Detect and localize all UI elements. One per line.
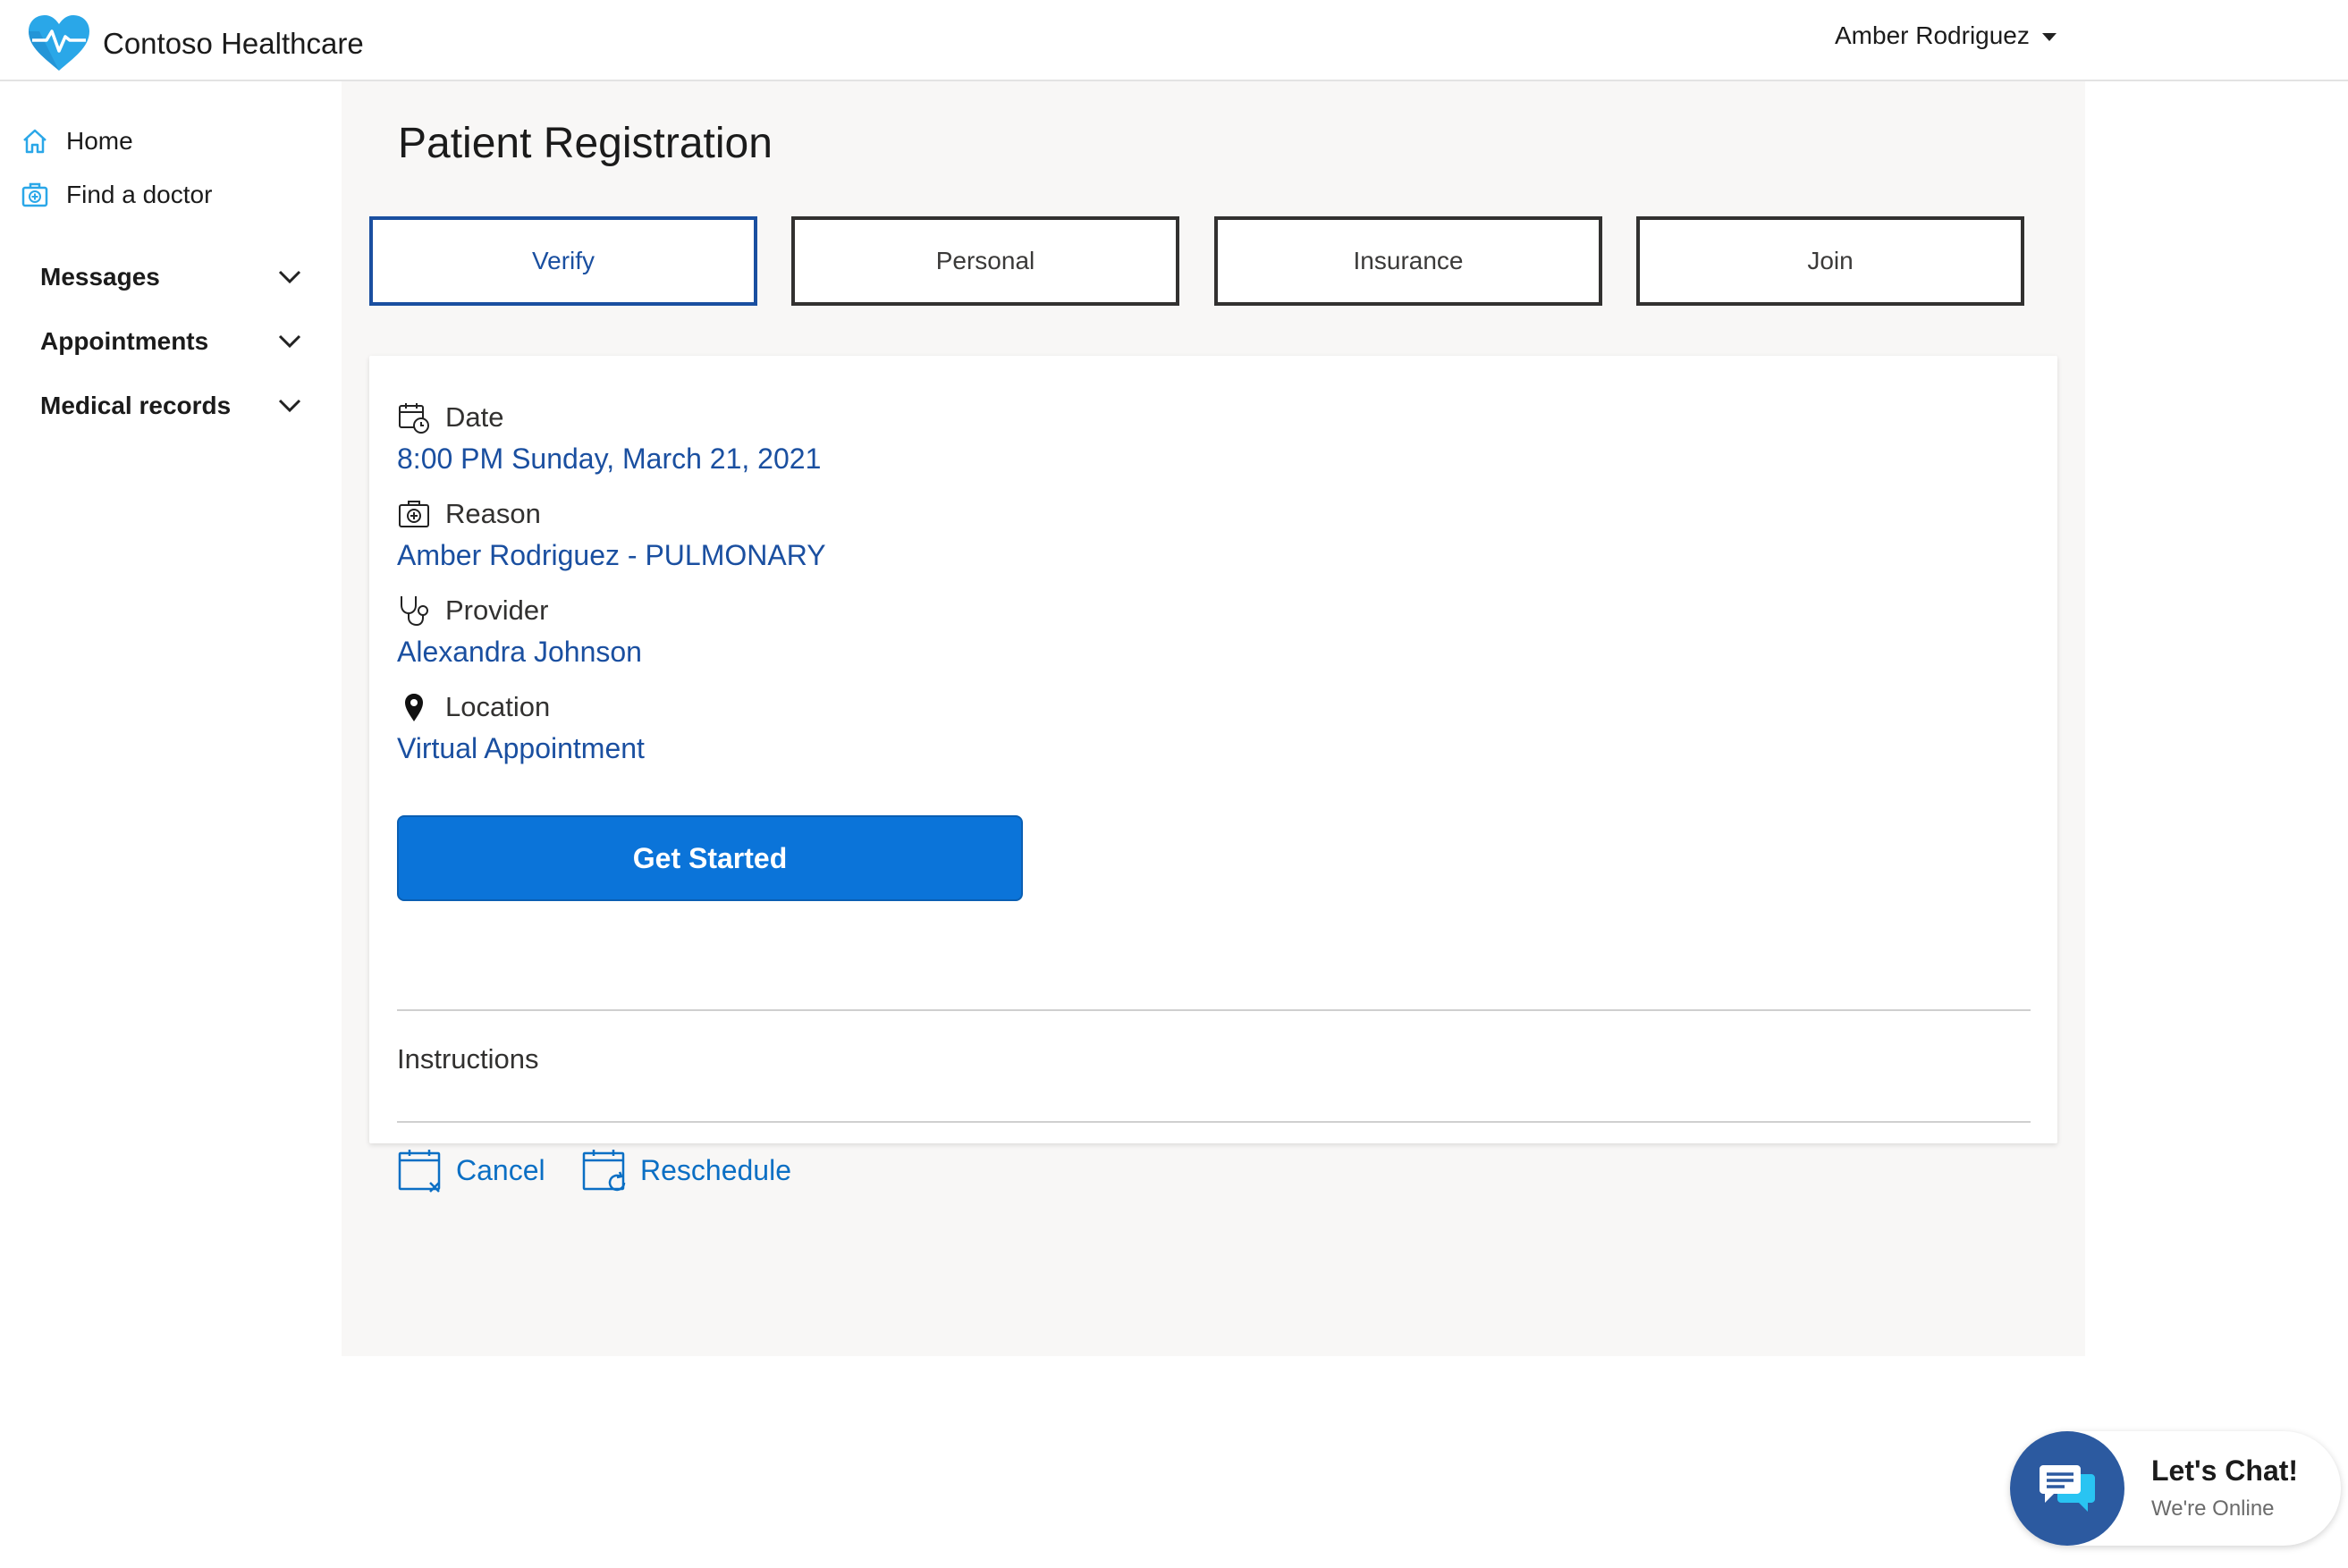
- reschedule-label: Reschedule: [640, 1153, 791, 1186]
- reschedule-appointment-link[interactable]: Reschedule: [581, 1147, 791, 1193]
- step-tab-verify[interactable]: Verify: [369, 216, 757, 306]
- divider: [397, 1009, 2031, 1011]
- date-value: 8:00 PM Sunday, March 21, 2021: [397, 443, 822, 475]
- sidebar-item-label: Home: [66, 127, 133, 155]
- user-menu[interactable]: Amber Rodriguez: [1835, 21, 2057, 50]
- location-label: Location: [397, 690, 550, 724]
- provider-label: Provider: [397, 594, 548, 628]
- chat-bubble-button[interactable]: [2010, 1431, 2124, 1546]
- chevron-down-icon: [278, 270, 301, 284]
- cancel-appointment-link[interactable]: Cancel: [397, 1147, 545, 1193]
- sidebar-section-label: Messages: [40, 263, 160, 291]
- brand-name: Contoso Healthcare: [103, 27, 364, 60]
- sidebar-section-label: Medical records: [40, 392, 232, 419]
- page-title: Patient Registration: [398, 120, 773, 167]
- sidebar-item-find-a-doctor[interactable]: Find a doctor: [20, 180, 212, 210]
- sidebar-item-messages[interactable]: Messages: [40, 263, 304, 291]
- location-pin-icon: [405, 694, 423, 721]
- divider: [397, 1121, 2031, 1123]
- medical-bag-icon: [21, 182, 48, 207]
- provider-value: Alexandra Johnson: [397, 636, 642, 668]
- calendar-reschedule-icon: [582, 1150, 626, 1192]
- sidebar-item-appointments[interactable]: Appointments: [40, 327, 304, 356]
- calendar-cancel-icon: [398, 1150, 441, 1193]
- caret-down-icon: [2041, 33, 2057, 41]
- sidebar-item-label: Find a doctor: [66, 181, 213, 208]
- reason-value: Amber Rodriguez - PULMONARY: [397, 539, 826, 571]
- step-tab-insurance[interactable]: Insurance: [1214, 216, 1602, 306]
- reason-label: Reason: [397, 497, 541, 531]
- step-tab-personal[interactable]: Personal: [791, 216, 1179, 306]
- home-icon: [23, 129, 46, 154]
- stethoscope-icon: [401, 596, 428, 627]
- chevron-down-icon: [278, 334, 301, 349]
- medical-bag-icon: [399, 501, 429, 527]
- heart-logo-icon: [29, 15, 89, 71]
- cancel-label: Cancel: [456, 1153, 545, 1186]
- step-tab-join[interactable]: Join: [1636, 216, 2024, 306]
- date-label: Date: [397, 400, 503, 434]
- chat-status: We're Online: [2151, 1496, 2275, 1521]
- instructions-toggle[interactable]: Instructions: [397, 1043, 539, 1075]
- sidebar-item-medical-records[interactable]: Medical records: [40, 392, 304, 420]
- sidebar: Home Find a doctor Messages Appointments…: [0, 81, 342, 1568]
- chat-icon: [2040, 1465, 2095, 1512]
- sidebar-section-label: Appointments: [40, 327, 209, 355]
- chevron-down-icon: [278, 399, 301, 413]
- chat-title: Let's Chat!: [2151, 1454, 2299, 1487]
- chat-widget[interactable]: Let's Chat! We're Online: [2010, 1431, 2341, 1546]
- appointment-card: Date 8:00 PM Sunday, March 21, 2021 Reas…: [369, 356, 2057, 1193]
- sidebar-item-home[interactable]: Home: [20, 126, 133, 156]
- main-content: Patient Registration Verify Personal Ins…: [342, 81, 2085, 1356]
- user-name: Amber Rodriguez: [1835, 21, 2030, 49]
- location-value: Virtual Appointment: [397, 732, 645, 764]
- get-started-button[interactable]: Get Started: [397, 815, 1023, 901]
- app-header: Contoso Healthcare Amber Rodriguez: [0, 0, 2348, 81]
- calendar-clock-icon: [399, 403, 429, 434]
